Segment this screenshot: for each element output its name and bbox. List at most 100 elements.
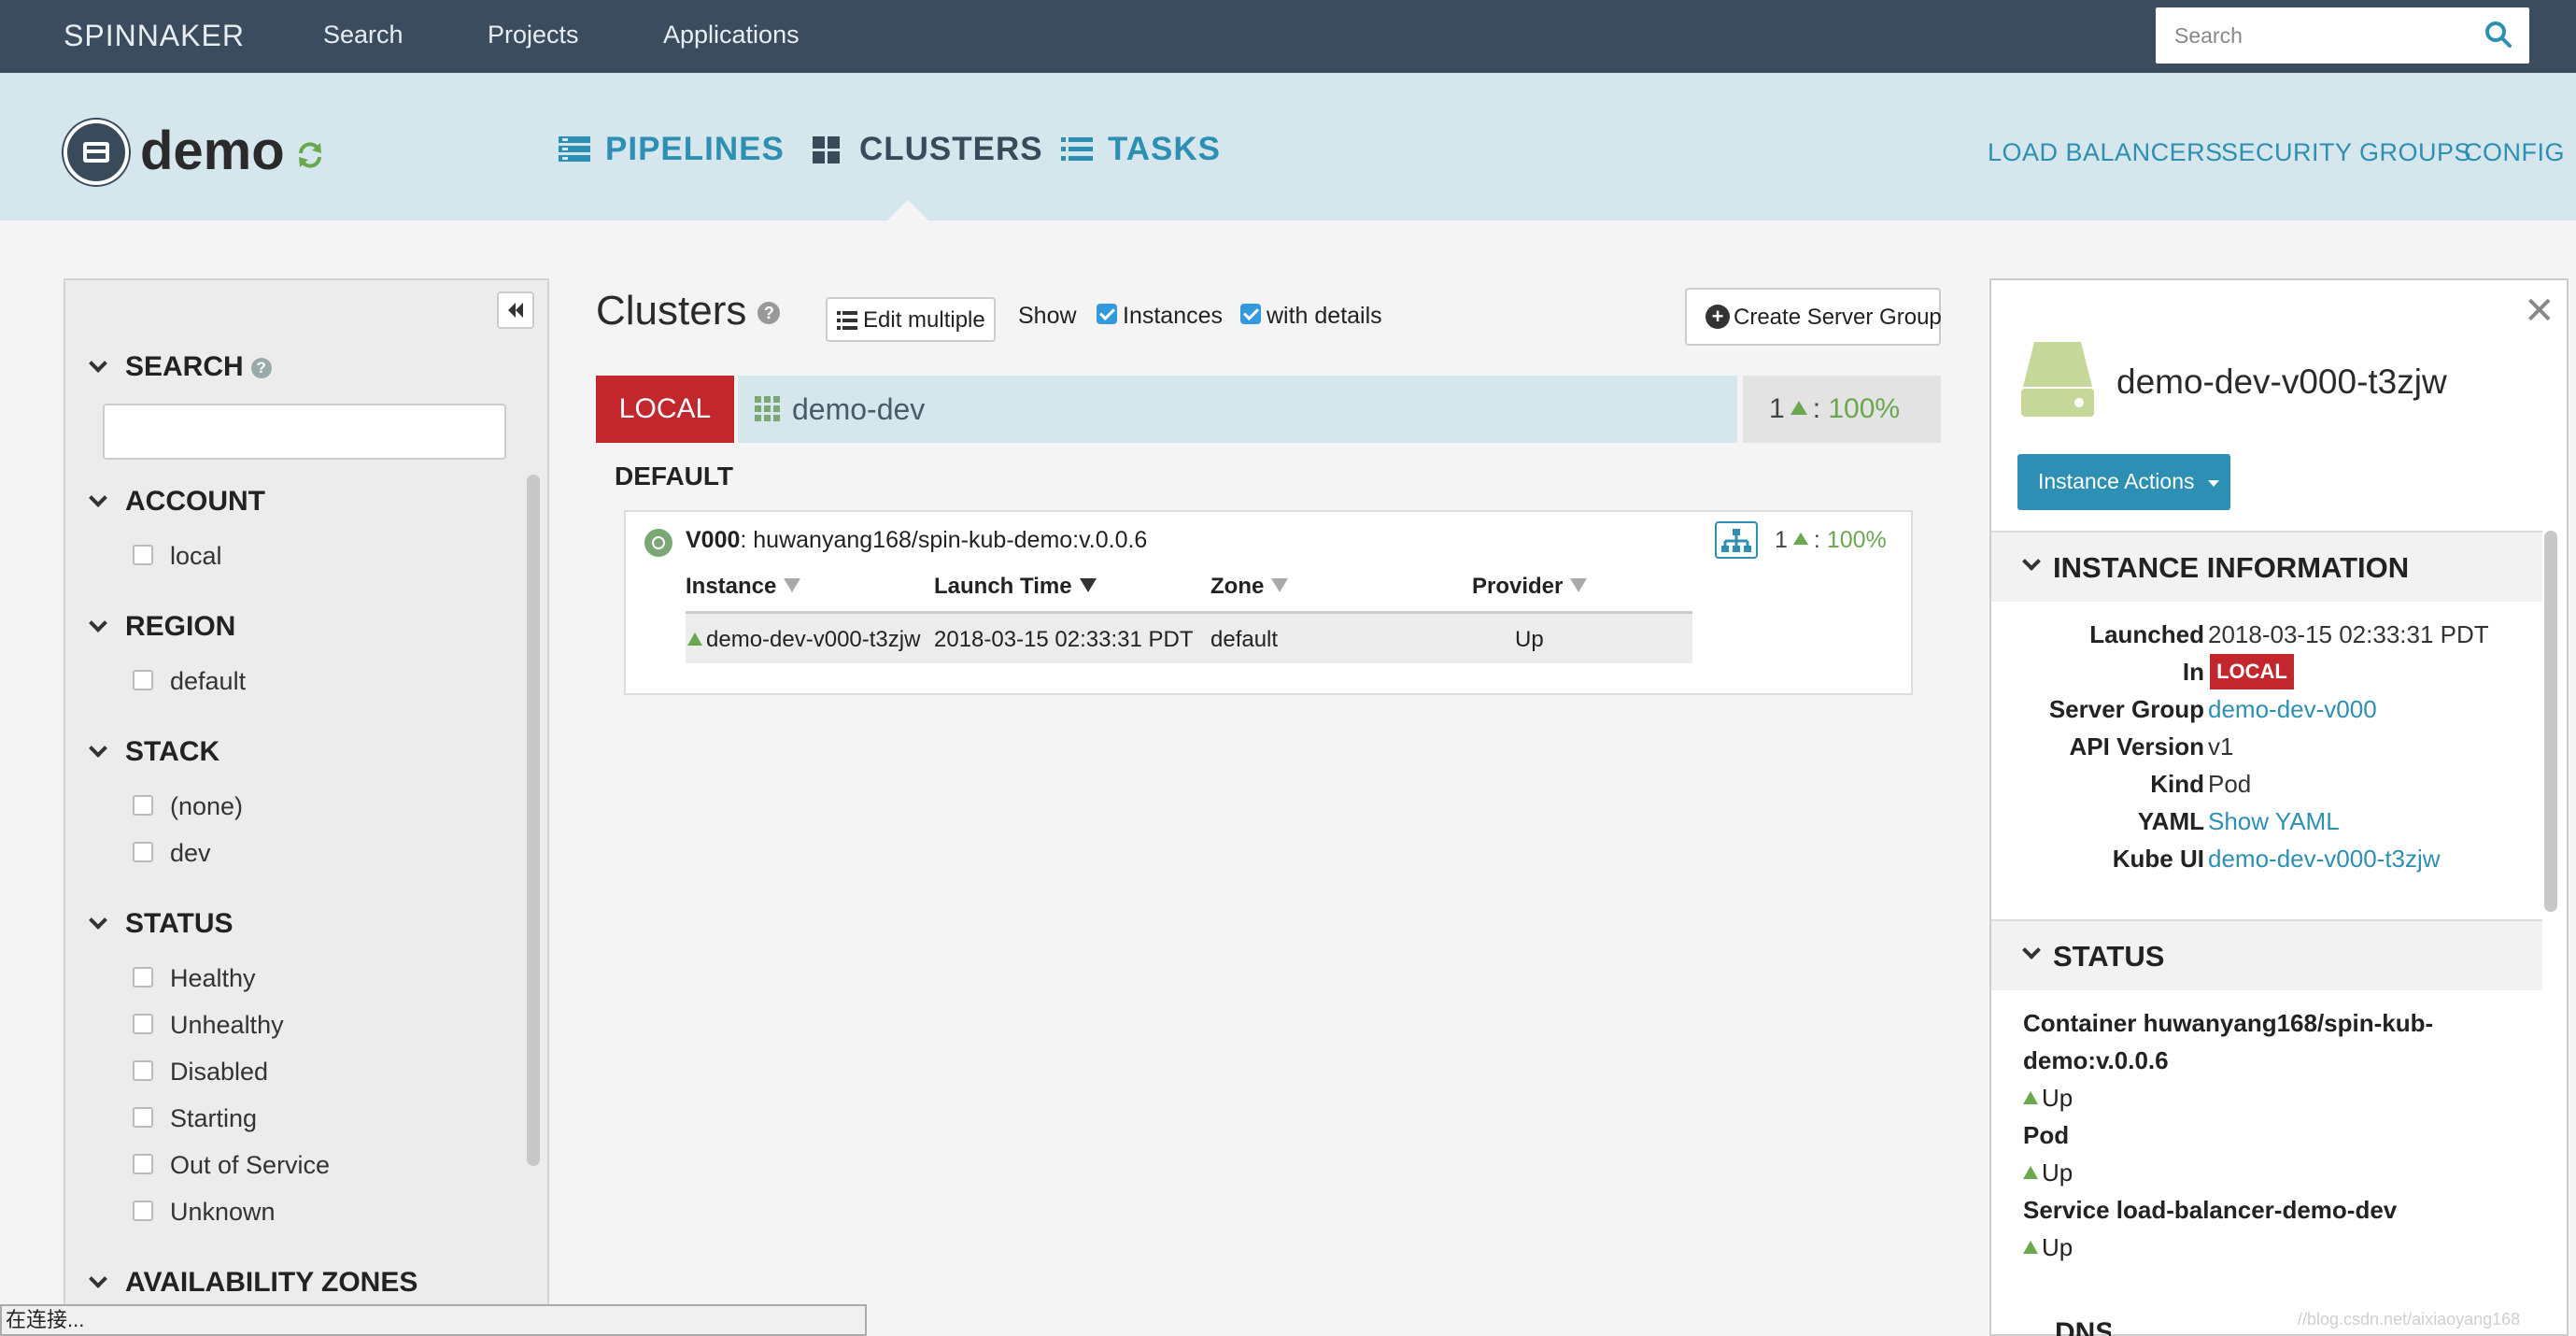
column-header-instance[interactable]: Instance: [686, 574, 801, 600]
global-search: [2156, 7, 2529, 64]
instance-cell[interactable]: demo-dev-v000-t3zjw: [687, 627, 920, 653]
security-groups-link[interactable]: SECURITY GROUPS: [2221, 138, 2471, 167]
checkbox[interactable]: [133, 1200, 153, 1221]
search-icon[interactable]: [2484, 21, 2512, 53]
filter-item-default[interactable]: default: [133, 667, 246, 696]
nav-search-link[interactable]: Search: [323, 21, 403, 50]
container-status-label-cont: demo:v.0.0.6: [2023, 1046, 2169, 1074]
filter-item-out-of-service[interactable]: Out of Service: [133, 1151, 330, 1180]
checkbox[interactable]: [133, 1153, 153, 1174]
global-search-input[interactable]: [2156, 7, 2464, 64]
filter-account-heading[interactable]: ACCOUNT: [89, 486, 265, 518]
zone-cell: default: [1210, 627, 1279, 652]
nav-projects-link[interactable]: Projects: [488, 21, 579, 50]
application-icon: [64, 120, 129, 185]
pod-status-label: Pod: [2023, 1121, 2070, 1149]
collapse-filters-button[interactable]: [497, 291, 534, 329]
browser-status-bar: 在连接...: [0, 1304, 867, 1336]
pod-status-value: Up: [2023, 1158, 2073, 1187]
checkbox[interactable]: [133, 1013, 153, 1034]
config-link[interactable]: CONFIG: [2464, 138, 2565, 167]
checkbox[interactable]: [133, 1059, 153, 1081]
server-group-title: V000: huwanyang168/spin-kub-demo:v.0.0.6: [686, 527, 1148, 553]
filter-item-unhealthy[interactable]: Unhealthy: [133, 1011, 284, 1040]
help-icon[interactable]: ?: [757, 302, 781, 325]
checkbox[interactable]: [133, 1106, 153, 1128]
server-group-health: 1: 100%: [1775, 527, 1887, 553]
edit-multiple-button[interactable]: Edit multiple: [826, 297, 996, 342]
filter-item-unknown[interactable]: Unknown: [133, 1198, 276, 1227]
checkbox[interactable]: [133, 794, 153, 816]
chevron-down-icon: [89, 1270, 107, 1288]
show-instances-checkbox[interactable]: Instances: [1097, 303, 1223, 330]
instance-actions-button[interactable]: Instance Actions: [2017, 454, 2230, 510]
filter-item-local[interactable]: local: [133, 542, 222, 571]
details-scrollbar[interactable]: [2544, 531, 2557, 912]
table-row[interactable]: demo-dev-v000-t3zjw 2018-03-15 02:33:31 …: [686, 611, 1692, 663]
kube-ui-label: Kube UI: [2112, 845, 2204, 873]
checkbox[interactable]: [133, 669, 153, 690]
filter-status-heading[interactable]: STATUS: [89, 908, 234, 940]
filter-item-starting[interactable]: Starting: [133, 1104, 257, 1133]
list-icon: [837, 311, 857, 330]
filter-availability-zones-heading[interactable]: AVAILABILITY ZONES: [89, 1267, 418, 1299]
application-header: demo PIPELINES CLUSTERS TASKS LOAD BALAN…: [0, 73, 2576, 220]
filter-item-dev[interactable]: dev: [133, 839, 211, 868]
api-version-label: API Version: [2069, 732, 2205, 760]
chevron-down-icon: [89, 911, 107, 930]
nav-applications-link[interactable]: Applications: [663, 21, 800, 50]
top-navbar: SPINNAKER Search Projects Applications: [0, 0, 2576, 73]
kube-ui-link[interactable]: demo-dev-v000-t3zjw: [2208, 845, 2441, 874]
close-icon[interactable]: ✕: [2524, 290, 2555, 333]
filter-region-heading[interactable]: REGION: [89, 611, 235, 643]
container-status-label: Container huwanyang168/spin-kub-: [2023, 1009, 2434, 1037]
filter-item-none[interactable]: (none): [133, 792, 243, 821]
filter-scrollbar[interactable]: [527, 475, 540, 1166]
account-tag: LOCAL: [2210, 654, 2294, 689]
checkbox-checked[interactable]: [1240, 304, 1261, 325]
cluster-header[interactable]: LOCAL demo-dev 1: 100%: [596, 376, 1941, 443]
show-details-checkbox[interactable]: with details: [1240, 303, 1382, 330]
launch-time-cell: 2018-03-15 02:33:31 PDT: [934, 627, 1194, 652]
filter-item-disabled[interactable]: Disabled: [133, 1058, 268, 1087]
brand-logo[interactable]: SPINNAKER: [64, 19, 245, 53]
sort-icon: [1271, 578, 1289, 593]
tab-tasks-label: TASKS: [1108, 131, 1222, 167]
watermark: //blog.csdn.net/aixiaoyang168: [2298, 1310, 2521, 1329]
filter-panel: SEARCH? ACCOUNT local REGION default STA…: [64, 278, 549, 1336]
filter-item-healthy[interactable]: Healthy: [133, 964, 256, 993]
filter-search-input[interactable]: [103, 404, 506, 460]
in-label: In: [2182, 658, 2204, 686]
load-balancers-link[interactable]: LOAD BALANCERS: [1988, 138, 2223, 167]
healthy-up-icon: [1792, 532, 1808, 545]
instance-title: demo-dev-v000-t3zjw: [2116, 362, 2447, 401]
checkbox[interactable]: [133, 966, 153, 988]
create-server-group-button[interactable]: + Create Server Group: [1685, 288, 1942, 346]
server-group-card[interactable]: V000: huwanyang168/spin-kub-demo:v.0.0.6…: [624, 510, 1913, 695]
filter-stack-heading[interactable]: STACK: [89, 736, 219, 768]
column-header-provider[interactable]: Provider: [1472, 574, 1588, 600]
help-icon[interactable]: ?: [250, 358, 272, 379]
dns-section-heading[interactable]: DNS: [2055, 1317, 2111, 1336]
filter-search-heading[interactable]: SEARCH?: [89, 351, 272, 383]
checkbox[interactable]: [133, 841, 153, 862]
cluster-name-bar[interactable]: demo-dev: [738, 376, 1737, 443]
server-group-link[interactable]: demo-dev-v000: [2208, 695, 2377, 724]
plus-circle-icon: +: [1706, 305, 1730, 329]
status-section[interactable]: STATUS: [1991, 919, 2542, 990]
kind-value: Pod: [2208, 770, 2252, 798]
service-status-label: Service load-balancer-demo-dev: [2023, 1196, 2398, 1224]
sort-icon: [1079, 578, 1097, 593]
caret-down-icon: [2208, 480, 2219, 487]
instance-information-section[interactable]: INSTANCE INFORMATION: [1991, 531, 2542, 602]
column-header-zone[interactable]: Zone: [1210, 574, 1289, 600]
checkbox[interactable]: [133, 544, 153, 565]
clusters-title: Clusters?: [596, 288, 781, 334]
tab-pipelines-label: PIPELINES: [605, 131, 785, 167]
show-yaml-link[interactable]: Show YAML: [2208, 807, 2340, 836]
load-balancer-icon[interactable]: [1715, 521, 1758, 559]
column-header-launch-time[interactable]: Launch Time: [934, 574, 1097, 600]
checkbox-checked[interactable]: [1097, 304, 1117, 325]
kind-label: Kind: [2150, 770, 2204, 798]
refresh-icon[interactable]: [295, 140, 325, 175]
